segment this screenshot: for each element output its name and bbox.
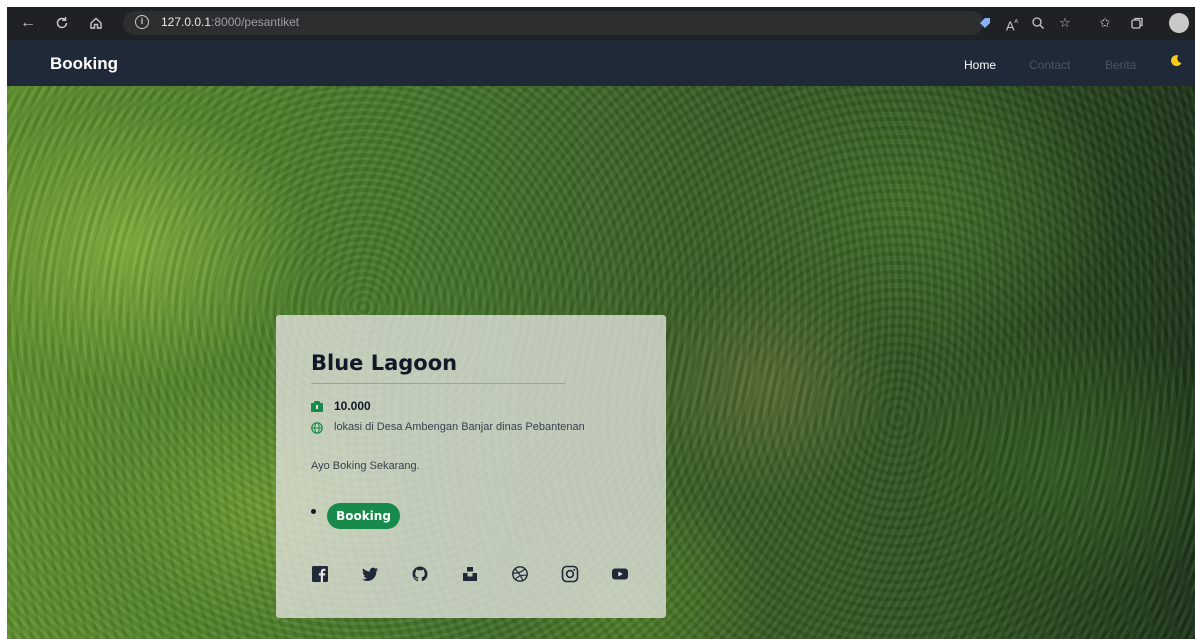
call-to-action-text: Ayo Boking Sekarang. bbox=[311, 460, 420, 472]
read-aloud-icon[interactable]: Aᴬ bbox=[1002, 13, 1022, 33]
browser-window: ← i 127.0.0.1:8000/pesantiket Aᴬ ☆ ✩ Boo… bbox=[7, 7, 1195, 639]
favorites-icon[interactable]: ✩ bbox=[1095, 13, 1115, 33]
favorite-add-icon[interactable]: ☆ bbox=[1055, 13, 1075, 33]
collections-icon[interactable] bbox=[1127, 13, 1147, 33]
list-bullet bbox=[311, 509, 316, 514]
site-info-icon[interactable]: i bbox=[135, 15, 149, 29]
zoom-icon[interactable] bbox=[1028, 13, 1048, 33]
url-host: 127.0.0.1 bbox=[161, 15, 212, 29]
globe-icon bbox=[311, 422, 323, 434]
github-icon[interactable] bbox=[411, 565, 429, 583]
youtube-icon[interactable] bbox=[611, 565, 629, 583]
destination-title: Blue Lagoon bbox=[311, 351, 458, 375]
nav-link-home[interactable]: Home bbox=[964, 58, 996, 72]
back-icon[interactable]: ← bbox=[17, 12, 39, 34]
ticket-price: 10.000 bbox=[334, 399, 371, 413]
title-divider bbox=[311, 383, 566, 384]
browser-toolbar: ← i 127.0.0.1:8000/pesantiket Aᴬ ☆ ✩ bbox=[7, 7, 1195, 40]
site-navbar: Booking Home Contact Berita bbox=[7, 40, 1195, 86]
nav-link-berita[interactable]: Berita bbox=[1105, 58, 1136, 72]
tag-icon[interactable] bbox=[975, 13, 995, 33]
address-url: 127.0.0.1:8000/pesantiket bbox=[161, 15, 299, 29]
profile-avatar[interactable] bbox=[1169, 13, 1189, 33]
unsplash-icon[interactable] bbox=[461, 565, 479, 583]
brand-logo[interactable]: Booking bbox=[50, 54, 118, 74]
hero-background-image: Blue Lagoon 10.000 lokasi di Desa Ambeng… bbox=[7, 86, 1195, 639]
twitter-icon[interactable] bbox=[361, 565, 379, 583]
booking-button[interactable]: Booking bbox=[327, 503, 400, 529]
location-text: lokasi di Desa Ambengan Banjar dinas Peb… bbox=[334, 421, 585, 433]
instagram-icon[interactable] bbox=[561, 565, 579, 583]
dark-mode-toggle-icon[interactable] bbox=[1169, 54, 1183, 68]
url-path: :8000/pesantiket bbox=[211, 15, 300, 29]
reload-icon[interactable] bbox=[51, 12, 73, 34]
home-icon[interactable] bbox=[85, 12, 107, 34]
address-bar[interactable]: i 127.0.0.1:8000/pesantiket bbox=[123, 11, 983, 35]
ticket-price-icon bbox=[311, 401, 323, 412]
nav-link-contact[interactable]: Contact bbox=[1029, 58, 1070, 72]
dribbble-icon[interactable] bbox=[511, 565, 529, 583]
facebook-icon[interactable] bbox=[311, 565, 329, 583]
destination-card: Blue Lagoon 10.000 lokasi di Desa Ambeng… bbox=[276, 315, 666, 618]
